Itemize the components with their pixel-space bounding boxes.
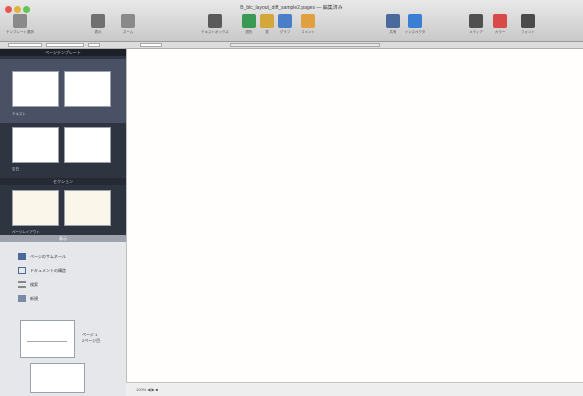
window-title: B_blc_layout_diff_sample2.pages — 編集済み — [240, 5, 343, 11]
toolbar-label: コメント — [301, 30, 315, 34]
toolbar-button[interactable]: ズーム — [113, 14, 143, 35]
toolbar-label: ズーム — [122, 30, 134, 34]
template-label: 空白 — [12, 167, 19, 171]
alignment-controls[interactable] — [230, 43, 380, 47]
page-thumbnail[interactable] — [64, 71, 111, 107]
share-icon — [386, 14, 400, 28]
toolbar-label: カラー — [494, 30, 506, 34]
document-page-thumbnail[interactable] — [20, 320, 75, 358]
toolbar-label: 表 — [265, 30, 269, 34]
status-text: 100% ◀ ▶ ■ — [136, 387, 159, 392]
new-doc-icon — [13, 14, 27, 28]
view-icon — [91, 14, 105, 28]
app-window: B_blc_layout_diff_sample2.pages — 編集済み テ… — [0, 0, 583, 396]
toolbar-button[interactable]: テンプレート選択 — [5, 14, 35, 35]
chart-icon — [278, 14, 292, 28]
document-page-thumbnail[interactable] — [30, 363, 85, 393]
sidebar-section-header: セクション — [0, 178, 126, 185]
view-item-structure[interactable]: ドキュメントの構造 — [18, 267, 66, 274]
comment-icon — [301, 14, 315, 28]
toolbar-button[interactable]: 表示 — [83, 14, 113, 35]
page-thumbnail[interactable] — [64, 190, 111, 226]
view-item-thumbnails[interactable]: ページのサムネール — [18, 253, 66, 260]
style-popup[interactable] — [8, 43, 42, 47]
font-popup[interactable] — [46, 43, 84, 47]
thumbnails-icon — [18, 253, 26, 260]
toolbar-button[interactable]: フォント — [513, 14, 543, 35]
view-item-search[interactable]: 検索 — [18, 281, 38, 288]
text-box-icon — [208, 14, 222, 28]
font-size-field[interactable] — [88, 43, 100, 47]
structure-icon — [18, 267, 26, 274]
toolbar-label: 共有 — [389, 30, 397, 34]
toolbar-label: テンプレート選択 — [6, 30, 34, 34]
toolbar-label: インスペクタ — [404, 30, 426, 34]
toolbar-label: 表示 — [94, 30, 102, 34]
paragraph-style-popup[interactable] — [140, 43, 162, 47]
font-icon — [521, 14, 535, 28]
toolbar-button[interactable]: カラー — [485, 14, 515, 35]
toolbar-label: グラフ — [279, 30, 291, 34]
page-thumb-label: ページ 1 2ページ目 — [82, 332, 101, 343]
toolbar-button[interactable]: テキストボックス — [200, 14, 230, 35]
toolbar-label: メディア — [469, 30, 483, 34]
toolbar-label: フォント — [521, 30, 535, 34]
view-item-new[interactable]: 新規 — [18, 295, 38, 302]
media-icon — [469, 14, 483, 28]
page-thumbnail[interactable] — [12, 190, 59, 226]
page-thumbnail[interactable] — [12, 127, 59, 163]
page-thumbnail[interactable] — [12, 71, 59, 107]
toolbar-label: テキストボックス — [201, 30, 229, 34]
inspector-icon — [408, 14, 422, 28]
toolbar-button[interactable]: コメント — [293, 14, 323, 35]
search-list-icon — [18, 281, 26, 288]
thumbnail-line — [27, 341, 67, 342]
toolbar-button[interactable]: インスペクタ — [400, 14, 430, 35]
title-bar: B_blc_layout_diff_sample2.pages — 編集済み テ… — [0, 0, 583, 42]
color-wheel-icon — [493, 14, 507, 28]
document-canvas[interactable] — [126, 49, 583, 382]
format-bar — [0, 42, 583, 49]
template-label: テキスト — [12, 112, 26, 116]
view-divider: 表示 — [0, 235, 126, 242]
status-bar: 100% ◀ ▶ ■ — [126, 382, 583, 396]
new-list-icon — [18, 295, 26, 302]
sidebar-section-header: ページテンプレート — [0, 49, 126, 56]
zoom-icon — [121, 14, 135, 28]
sidebar: ページテンプレート テキスト 空白 セクション ページレイアウト 表示 ページの… — [0, 49, 126, 396]
sidebar-view-panel: ページのサムネール ドキュメントの構造 検索 新規 ページ 1 2ページ目 — [0, 242, 126, 396]
page-thumbnail[interactable] — [64, 127, 111, 163]
